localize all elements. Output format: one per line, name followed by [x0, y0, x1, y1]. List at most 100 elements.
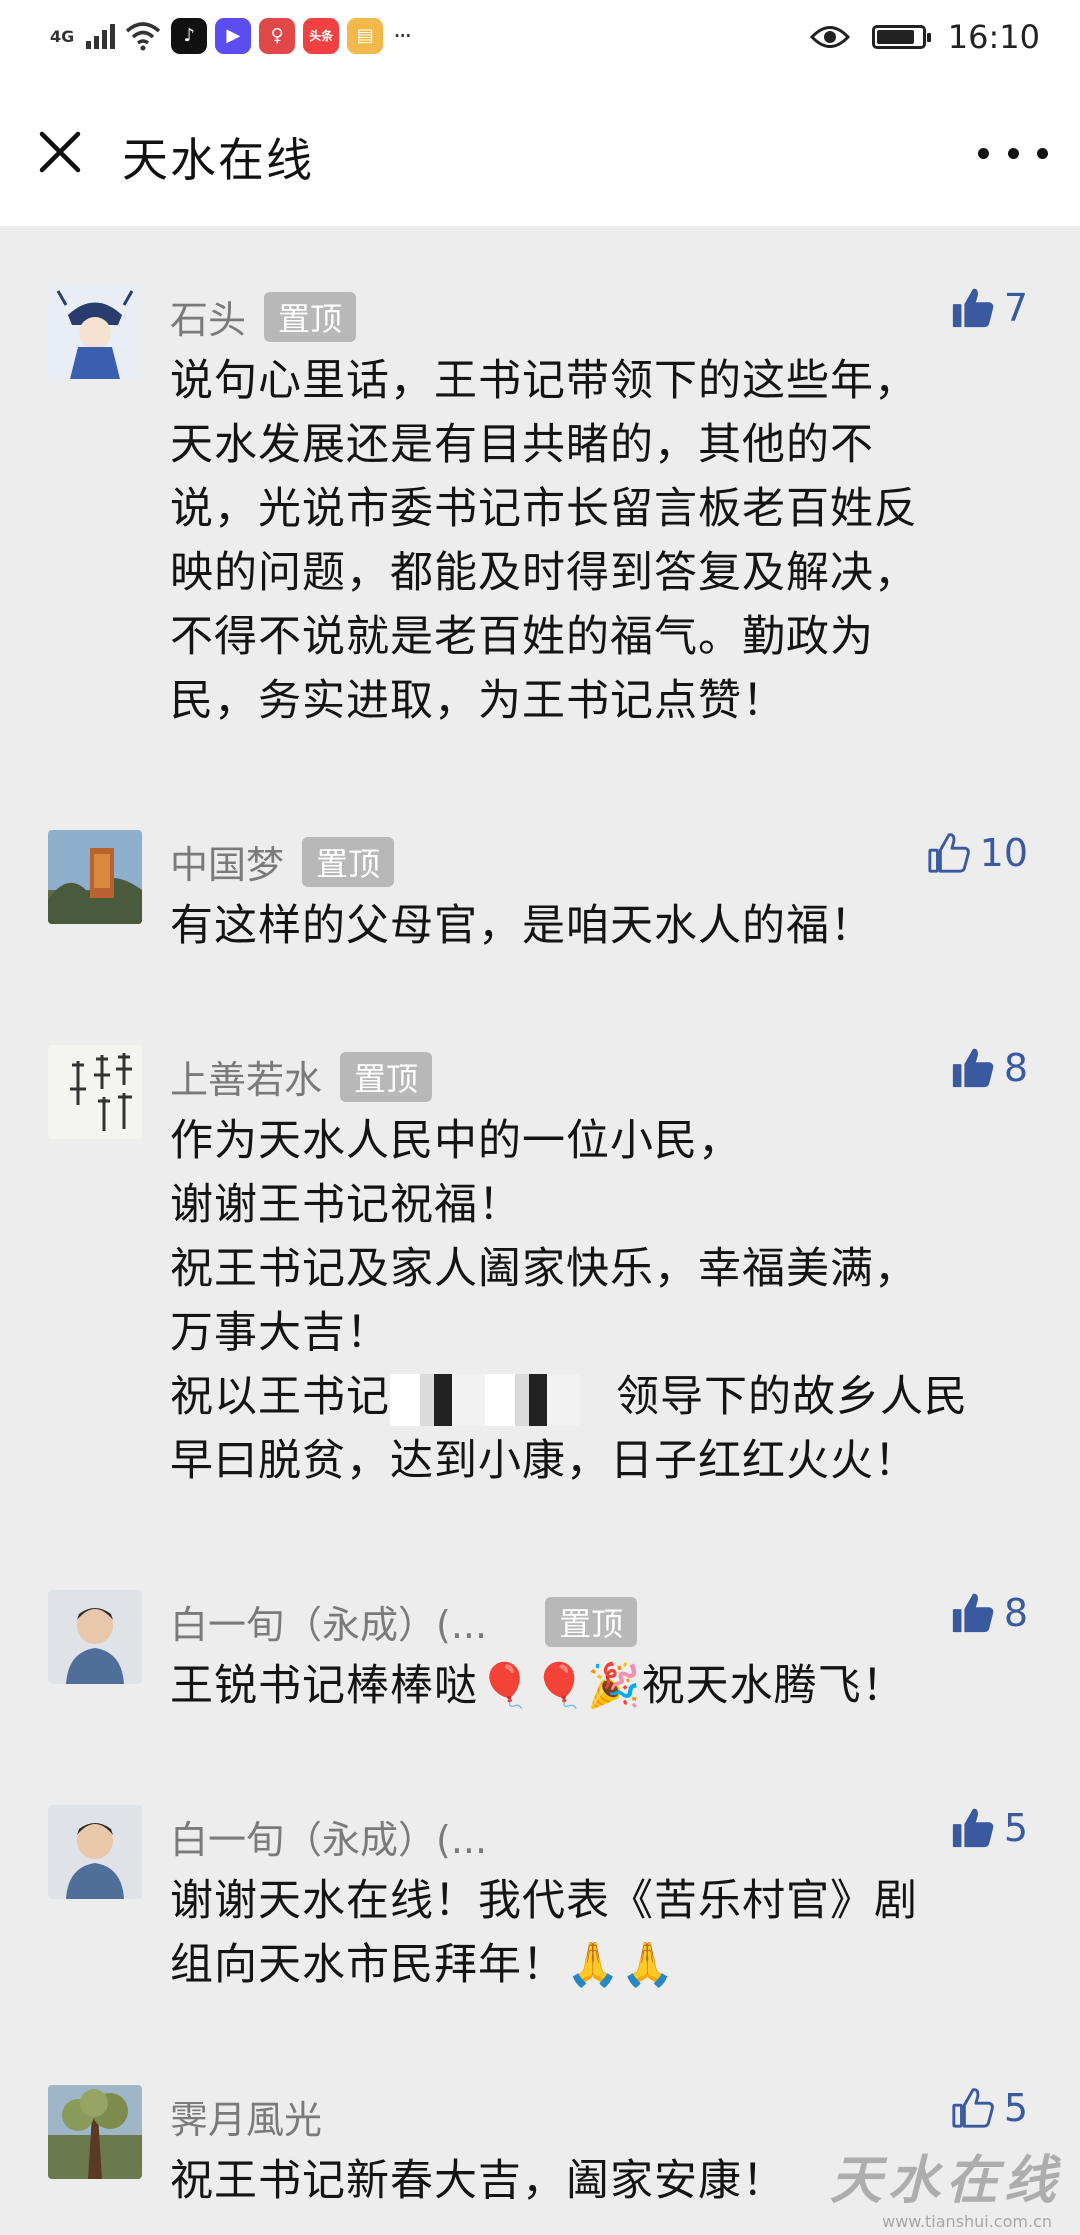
comment-text-line-content: 作为天水人民中的一位小民， — [170, 1116, 742, 1166]
comment-text: 作为天水人民中的一位小民， 谢谢王书记祝福！ 祝王书记及家人阖家快乐，幸福美满， 万事… — [170, 1109, 1030, 1493]
comment-text: 有这样的父母官，是咱天水人的福！ — [170, 894, 1030, 958]
comment-text-line-content: 祝王书记新春大吉，阖家安康！ — [170, 2156, 786, 2206]
comment-nickname: 上善若水 — [170, 1058, 323, 1102]
like-count: 8 — [1003, 1046, 1028, 1090]
comment-header: 白一旬（永成）(... 置顶 — [170, 1594, 638, 1649]
more-dot-icon — [1037, 147, 1048, 159]
avatar[interactable] — [48, 2085, 142, 2179]
pinned-badge: 置顶 — [340, 1051, 433, 1102]
comment-header: 石头 置顶 — [170, 289, 357, 344]
thumbs-up-filled-icon — [952, 1593, 994, 1633]
like-button[interactable]: 5 — [950, 2085, 1028, 2131]
clock: 16:10 — [947, 18, 1040, 56]
comment-text-line: 祝以王书记 领导下的故乡人民 — [170, 1365, 1030, 1429]
comment-text: 王锐书记棒棒哒🎈🎈🎉祝天水腾飞！ — [170, 1654, 1030, 1718]
wifi-icon — [126, 22, 161, 51]
status-bar: 4G ♪ ▶ ♀ 头条 ▤ ··· 16:10 — [0, 0, 1080, 80]
battery-level — [876, 30, 914, 44]
comment-text-line-content: 民，务实进取，为王书记点赞！ — [170, 676, 786, 726]
avatar[interactable] — [48, 285, 142, 379]
comment-text-line-content: 早曰脱贫，达到小康，日子红红火火！ — [170, 1436, 918, 1486]
comment-header: 霁月風光 — [170, 2089, 322, 2144]
like-button[interactable]: 10 — [926, 830, 1028, 876]
eye-comfort-icon — [809, 26, 850, 48]
comment-text-line: 王锐书记棒棒哒🎈🎈🎉祝天水腾飞！ — [170, 1654, 1030, 1718]
redacted-text-blur — [390, 1373, 580, 1426]
battery-icon — [871, 25, 931, 49]
like-button[interactable]: 8 — [950, 1590, 1028, 1636]
comment-nickname: 石头 — [170, 298, 247, 342]
avatar[interactable] — [48, 830, 142, 924]
comment-text-line-suffix: 领导下的故乡人民 — [616, 1372, 968, 1422]
like-count: 10 — [979, 831, 1028, 875]
notification-app-icons: ♪ ▶ ♀ 头条 ▤ — [171, 18, 384, 54]
comment-text-line: 说句心里话，王书记带领下的这些年， — [170, 349, 1030, 413]
comment-text: 说句心里话，王书记带领下的这些年， 天水发展还是有目共睹的，其他的不 说，光说市委书… — [170, 349, 1030, 733]
comment-text-line: 说，光说市委书记市长留言板老百姓反 — [170, 477, 1030, 541]
comment-text-line: 祝王书记及家人阖家快乐，幸福美满， — [170, 1237, 1030, 1301]
title-bar: 天水在线 — [0, 80, 1080, 226]
comment-text-line: 早曰脱贫，达到小康，日子红红火火！ — [170, 1429, 1030, 1493]
tiktok-icon: ♪ — [171, 18, 208, 54]
toutiao-icon: 头条 — [303, 18, 340, 54]
avatar[interactable] — [48, 1590, 142, 1684]
comment-text-line: 天水发展还是有目共睹的，其他的不 — [170, 413, 1030, 477]
comment-text-line: 谢谢天水在线！我代表《苦乐村官》剧 — [170, 1869, 1030, 1933]
watermark-url: www.tianshui.com.cn — [882, 2212, 1052, 2231]
thumbs-up-outline-icon — [928, 833, 970, 873]
comment-text-line-content: 王锐书记棒棒哒🎈🎈🎉祝天水腾飞！ — [170, 1661, 906, 1711]
more-notifications-icon: ··· — [393, 22, 412, 50]
like-count: 8 — [1003, 1591, 1028, 1635]
avatar[interactable] — [48, 1805, 142, 1899]
comment-text-line: 映的问题，都能及时得到答复及解决， — [170, 541, 1030, 605]
status-bar-right: 16:10 — [809, 18, 1040, 56]
close-button[interactable] — [30, 122, 90, 182]
comment-text-line: 万事大吉！ — [170, 1301, 1030, 1365]
like-count: 5 — [1003, 2086, 1028, 2130]
comment-header: 中国梦 置顶 — [170, 834, 395, 889]
comment-header: 白一旬（永成）(... — [170, 1809, 487, 1864]
like-count: 5 — [1003, 1806, 1028, 1850]
comment-text-line-content: 万事大吉！ — [170, 1308, 390, 1358]
video-app-icon: ▶ — [215, 18, 252, 54]
like-count: 7 — [1003, 286, 1028, 330]
more-dot-icon — [1007, 147, 1019, 159]
like-button[interactable]: 7 — [950, 285, 1028, 331]
watermark-logo: 天水在线 — [829, 2151, 1062, 2211]
comment-text-line-content: 祝王书记及家人阖家快乐，幸福美满， — [170, 1244, 918, 1294]
like-button[interactable]: 8 — [950, 1045, 1028, 1091]
pinned-badge: 置顶 — [545, 1596, 638, 1647]
comment-text-line: 作为天水人民中的一位小民， — [170, 1109, 1030, 1173]
thumbs-up-filled-icon — [952, 1048, 994, 1088]
more-options-button[interactable] — [978, 130, 1048, 176]
comment-text-line: 有这样的父母官，是咱天水人的福！ — [170, 894, 1030, 958]
comment-header: 上善若水 置顶 — [170, 1049, 433, 1104]
comment-nickname: 中国梦 — [170, 843, 285, 887]
comment-text-line-content: 说句心里话，王书记带领下的这些年， — [170, 356, 918, 406]
thumbs-up-filled-icon — [952, 288, 994, 328]
comment-nickname: 霁月風光 — [170, 2098, 323, 2142]
comment-nickname: 白一旬（永成）(... — [170, 1818, 488, 1862]
thumbs-up-outline-icon — [952, 2088, 994, 2128]
close-icon — [39, 131, 81, 173]
comment-nickname: 白一旬（永成）(... — [170, 1603, 488, 1647]
comment-text-line-content: 不得不说就是老百姓的福气。勤政为 — [170, 612, 874, 662]
comment-text-line: 民，务实进取，为王书记点赞！ — [170, 669, 1030, 733]
comment-text-line-content: 说，光说市委书记市长留言板老百姓反 — [170, 484, 918, 534]
page-title: 天水在线 — [122, 133, 314, 187]
network-type: 4G — [50, 26, 75, 46]
comment-text-line: 谢谢王书记祝福！ — [170, 1173, 1030, 1237]
comment-text-line-content: 组向天水市民拜年！🙏🙏 — [170, 1940, 676, 1990]
like-button[interactable]: 5 — [950, 1805, 1028, 1851]
comment-text-line-content: 祝以王书记 — [170, 1372, 390, 1422]
thumbs-up-filled-icon — [952, 1808, 994, 1848]
pinned-badge: 置顶 — [264, 291, 357, 342]
comment-text-line-content: 谢谢天水在线！我代表《苦乐村官》剧 — [170, 1876, 918, 1926]
comment-text-line-content: 有这样的父母官，是咱天水人的福！ — [170, 901, 874, 951]
avatar[interactable] — [48, 1045, 142, 1139]
notes-app-icon: ▤ — [347, 18, 384, 54]
more-dot-icon — [978, 147, 989, 159]
comment-text-line-content: 天水发展还是有目共睹的，其他的不 — [170, 420, 874, 470]
signal-icon — [86, 23, 116, 49]
comment-text-line-content: 谢谢王书记祝福！ — [170, 1180, 522, 1230]
